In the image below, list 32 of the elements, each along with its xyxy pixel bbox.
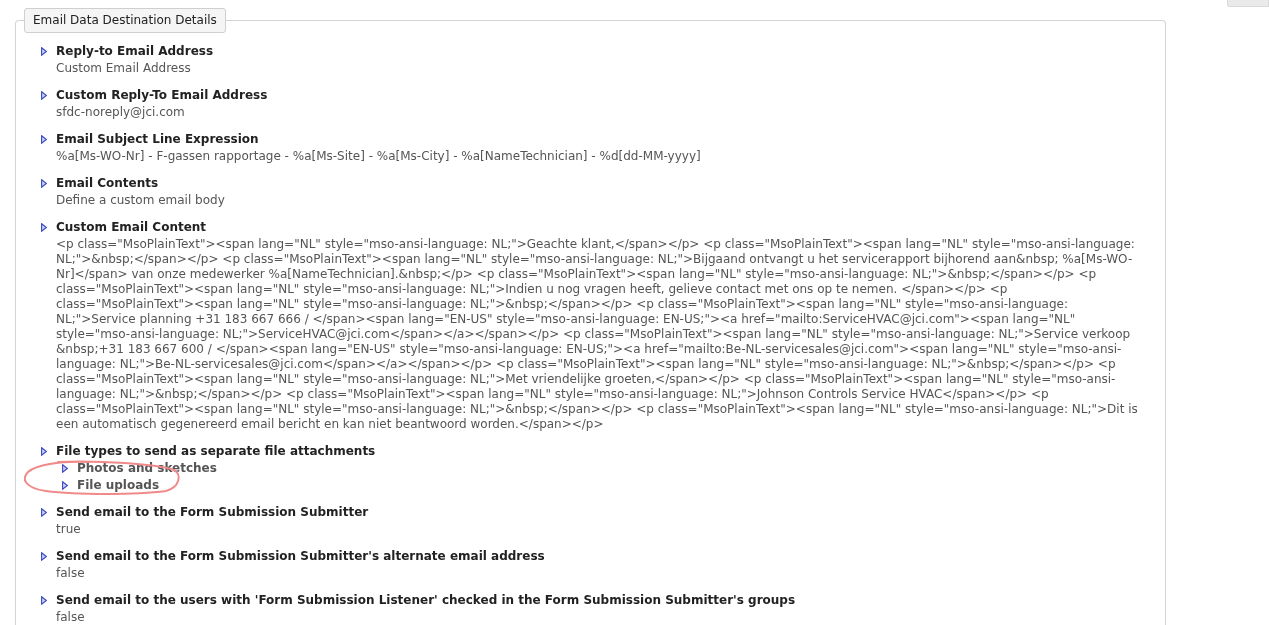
property-value: Define a custom email body <box>56 193 226 208</box>
cut-off-button[interactable] <box>1227 0 1269 7</box>
property-label: Send email to the Form Submission Submitter's alternate email address <box>56 549 546 564</box>
property-label: Email Subject Line Expression <box>56 132 260 147</box>
property-value: false <box>56 610 86 625</box>
property-label: File types to send as separate file attachments <box>56 444 377 459</box>
property-label: Send email to the Form Submission Submitter <box>56 505 370 520</box>
property-label: Send email to the users with 'Form Submission Listener' checked in the Form Submission Submitter's groups <box>56 593 797 608</box>
property-value: sfdc-noreply@jci.com <box>56 105 186 120</box>
property-value: false <box>56 566 86 581</box>
property-label: Email Contents <box>56 176 160 191</box>
file-type-label: Photos and sketches <box>77 461 217 476</box>
triangle-bullet-icon <box>41 552 47 561</box>
property-value: %a[Ms-WO-Nr] - F-gassen rapportage - %a[Ms-Site] - %a[Ms-City] - %a[NameTechnician] - %d[dd-MM-yyyy] <box>56 149 702 164</box>
triangle-bullet-icon <box>41 135 47 144</box>
triangle-bullet-icon <box>41 47 47 56</box>
triangle-bullet-icon <box>62 481 68 490</box>
property-value: Custom Email Address <box>56 61 192 76</box>
triangle-bullet-icon <box>41 596 47 605</box>
property-value: true <box>56 522 82 537</box>
property-label: Reply-to Email Address <box>56 44 215 59</box>
triangle-bullet-icon <box>41 447 47 456</box>
property-value: <p class="MsoPlainText"><span lang="NL" style="mso-ansi-language: NL;">Geachte klant,</span></p> <p class="MsoPlainText"><span lang="NL" style="mso-ansi-language: NL;">&nbsp;</span></p> <p class="MsoPlainText"><span lang="NL" style="mso-ansi-language: NL;">Bijgaand ontvangt u het servicerapport bijhorend aan&nbsp; %a[Ms-WO-Nr]</span> van onze medewerker %a[NameTechnician].&nbsp;</p> <p class="MsoPlainText"><span lang="NL" style="mso-ansi-language: NL;">&nbsp;</span></p> <p class="MsoPlainText"><span lang="NL" style="mso-ansi-language: NL;">Indien u nog vragen heeft, gelieve contact met ons op te nemen. </span></p> <p class="MsoPlainText"><span lang="NL" style="mso-ansi-language: NL;">&nbsp;</span></p> <p class="MsoPlainText"><span lang="NL" style="mso-ansi-language: NL;">Service planning +31 183 667 666 / </span><span lang="EN-US" style="mso-ansi-language: EN-US;"><a href="mailto:ServiceHVAC@jci.com"><span lang="NL" style="mso-ansi-language: NL;">ServiceHVAC@jci.com</span></a></span></p> <p class="MsoPlainText"><span lang="NL" style="mso-ansi-language: NL;">Service verkoop &nbsp;+31 183 667 600 / </span><span lang="EN-US" style="mso-ansi-language: EN-US;"><a href="mailto:Be-NL-servicesales@jci.com"><span lang="NL" style="mso-ansi-language: NL;">Be-NL-servicesales@jci.com</span></a></span></p> <p class="MsoPlainText"><span lang="NL" style="mso-ansi-language: NL;">&nbsp;</span></p> <p class="MsoPlainText"><span lang="NL" style="mso-ansi-language: NL;">Met vriendelijke groeten,</span></p> <p class="MsoPlainText"><span lang="NL" style="mso-ansi-language: NL;">&nbsp;</span></p> <p class="MsoPlainText"><span lang="NL" style="mso-ansi-language: NL;">Johnson Controls Service HVAC</span></p> <p class="MsoPlainText"><span lang="NL" style="mso-ansi-language: NL;">&nbsp;</span></p> <p class="MsoPlainText"><span lang="NL" style="mso-ansi-language: NL;">Dit is een automatisch gegenereerd email bericht en kan niet beantwoord worden.</span></p> <box>56 237 1139 432</box>
triangle-bullet-icon <box>41 223 47 232</box>
panel-title: Email Data Destination Details <box>24 9 226 33</box>
property-label: Custom Reply-To Email Address <box>56 88 269 103</box>
triangle-bullet-icon <box>41 91 47 100</box>
property-label: Custom Email Content <box>56 220 208 235</box>
triangle-bullet-icon <box>41 508 47 517</box>
triangle-bullet-icon <box>62 464 68 473</box>
triangle-bullet-icon <box>41 179 47 188</box>
file-type-label: File uploads <box>77 478 160 493</box>
